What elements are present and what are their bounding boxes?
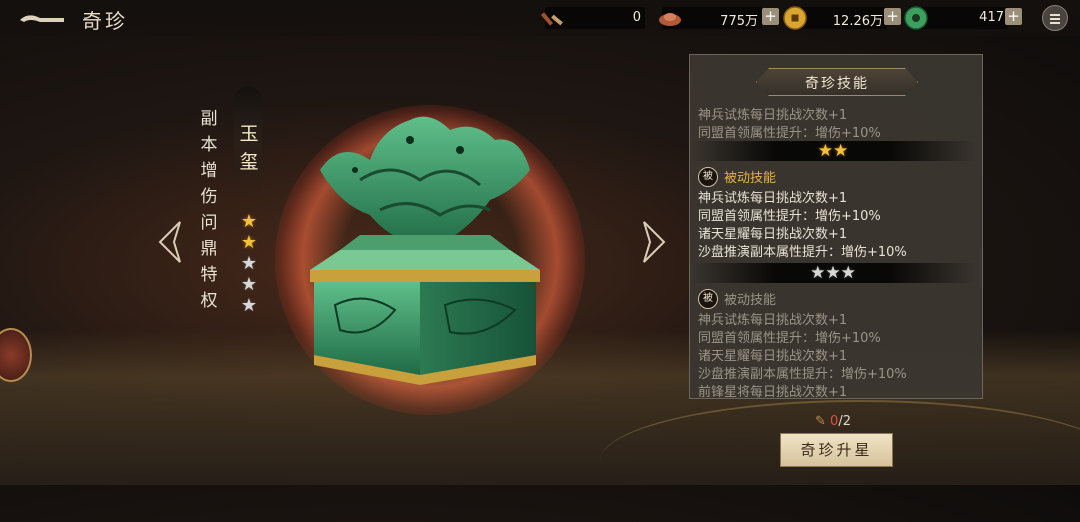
resource-ingot-value: 775万 <box>720 14 758 29</box>
add-jade-button[interactable]: + <box>1005 8 1022 25</box>
chevron-left-icon <box>158 221 181 263</box>
resource-copper-value: 12.26万 <box>832 14 883 29</box>
jade-seal-artwork <box>310 116 540 385</box>
level2-line-3: 诸天星耀每日挑战次数+1 <box>698 227 848 242</box>
level3-star-bar: ★★★ <box>690 263 976 283</box>
scroll-icon <box>541 12 563 26</box>
star-filled-icon: ★ <box>240 211 258 232</box>
level3-line-4: 沙盘推演副本属性提升：增伤+10% <box>698 367 907 382</box>
back-arrow-icon <box>20 15 64 22</box>
level2-line-4: 沙盘推演副本属性提升：增伤+10% <box>698 245 907 260</box>
resource-scroll-value: 0 <box>632 10 641 25</box>
upgrade-material-counter: ✎ 0/2 <box>815 414 851 429</box>
copper-coin-icon <box>783 6 807 30</box>
level1-line-1: 神兵试炼每日挑战次数+1 <box>698 108 848 123</box>
page-title: 奇珍 <box>82 9 128 33</box>
add-ingot-button[interactable]: + <box>762 8 779 25</box>
resource-jade-value: 417 <box>979 10 1004 25</box>
skill-panel-header: 奇珍技能 <box>756 68 918 96</box>
passive-badge-icon: 被 <box>698 289 718 309</box>
level3-skill-label: 被动技能 <box>724 293 777 308</box>
level3-line-2: 同盟首领属性提升：增伤+10% <box>698 331 881 346</box>
treasure-effect-vertical: 副本增伤问鼎特权 <box>200 109 218 311</box>
star-filled-icon: ★ <box>240 232 258 253</box>
upgrade-count-total: /2 <box>838 414 851 429</box>
star-empty-icon: ★ <box>240 274 258 295</box>
menu-button[interactable] <box>1042 5 1068 31</box>
level3-line-5: 前锋星将每日挑战次数+1 <box>698 385 848 399</box>
jade-coin-icon <box>904 6 928 30</box>
skill-panel: 奇珍技能 神兵试炼每日挑战次数+1 同盟首领属性提升：增伤+10% ★★ 被 被… <box>689 54 983 399</box>
chevron-right-icon <box>643 221 666 263</box>
level3-line-3: 诸天星耀每日挑战次数+1 <box>698 349 848 364</box>
back-button[interactable] <box>18 8 66 28</box>
skill-panel-title: 奇珍技能 <box>805 76 869 92</box>
resource-scroll: 0 <box>541 7 645 29</box>
level2-star-bar: ★★ <box>690 141 976 161</box>
resource-jade: 417 <box>904 6 1008 30</box>
treasure-star-rating: ★ ★ ★ ★ ★ <box>239 212 259 317</box>
next-treasure-button[interactable] <box>640 220 668 264</box>
level3-line-1: 神兵试炼每日挑战次数+1 <box>698 313 848 328</box>
add-copper-button[interactable]: + <box>884 8 901 25</box>
menu-icon <box>1050 14 1060 16</box>
star-empty-icon: ★ <box>240 295 258 316</box>
resource-ingot: 775万 <box>659 7 762 29</box>
level2-line-1: 神兵试炼每日挑战次数+1 <box>698 191 848 206</box>
scroll-icon: ✎ <box>815 414 826 429</box>
treasure-name: 玉玺 <box>239 123 259 173</box>
ingot-icon <box>659 13 681 26</box>
resource-copper: 12.26万 <box>783 6 887 30</box>
passive-badge-icon: 被 <box>698 167 718 187</box>
prev-treasure-button[interactable] <box>156 220 184 264</box>
upgrade-star-button[interactable]: 奇珍升星 <box>780 433 893 467</box>
level2-line-2: 同盟首领属性提升：增伤+10% <box>698 209 881 224</box>
star-empty-icon: ★ <box>240 253 258 274</box>
level2-skill-label: 被动技能 <box>724 171 777 186</box>
